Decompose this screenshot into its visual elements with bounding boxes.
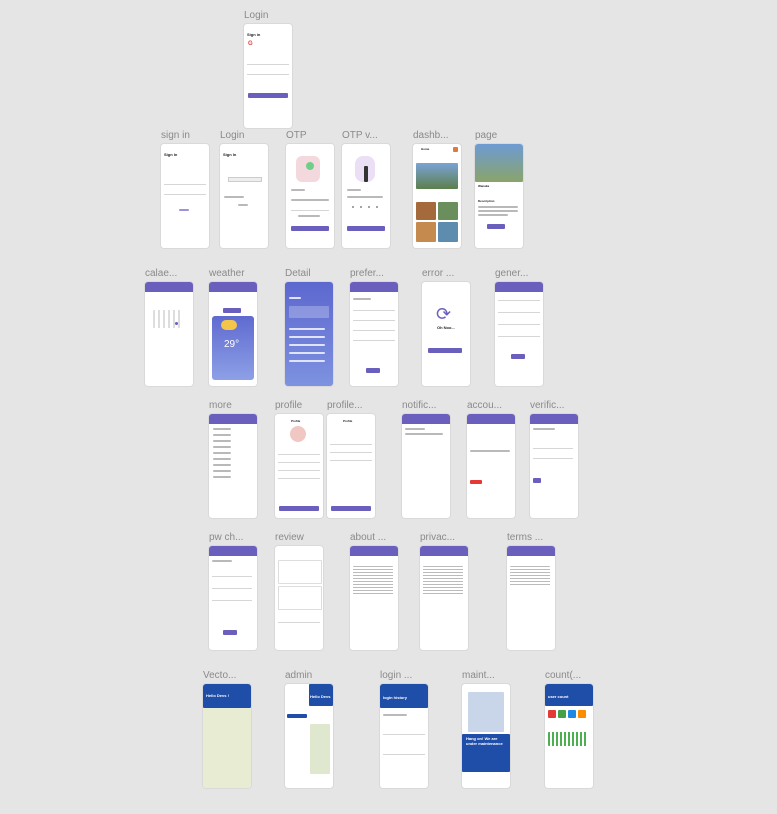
frame-label: verific... — [530, 400, 565, 411]
frame-label: privac... — [420, 532, 456, 543]
frame-label: gener... — [495, 268, 529, 279]
frame-weather[interactable]: weather 29° — [209, 268, 257, 386]
heading: Sign In — [223, 152, 237, 157]
frame-page[interactable]: page Wanaka Description — [475, 130, 523, 248]
map[interactable] — [203, 708, 251, 788]
frame-label: admin — [285, 670, 313, 681]
frame-label: OTP v... — [342, 130, 378, 141]
frame-prefer[interactable]: prefer... — [350, 268, 398, 386]
heading: Home — [421, 147, 430, 151]
frame-label: error ... — [422, 268, 455, 279]
frame-label: notific... — [402, 400, 437, 411]
frame-pw-ch[interactable]: pw ch... — [209, 532, 257, 650]
frame-label: maint... — [462, 670, 495, 681]
screen: Sign in G — [244, 24, 292, 128]
heading: login history — [383, 695, 407, 700]
frame-terms[interactable]: terms ... — [507, 532, 555, 650]
frame-gener[interactable]: gener... — [495, 268, 543, 386]
heading: Wanaka — [478, 184, 490, 188]
frame-accou[interactable]: accou... — [467, 400, 515, 518]
frame-error[interactable]: error ... ⟳ Oh Noo... — [422, 268, 470, 386]
frame-label: Login — [220, 130, 245, 141]
frame-profile[interactable]: profile Profile — [275, 400, 323, 518]
frame-sign-in[interactable]: sign in Sign In — [161, 130, 209, 248]
heading: Hang on! We are under maintenance — [466, 736, 503, 746]
frame-about[interactable]: about ... — [350, 532, 398, 650]
subheading: Description — [478, 199, 495, 203]
heading: Profile — [291, 419, 301, 423]
frame-label: Login — [244, 10, 269, 21]
frame-detail[interactable]: Detail — [285, 268, 333, 386]
frame-profile-2[interactable]: profile... Profile — [327, 400, 375, 518]
heading: Hello Devs — [310, 694, 331, 699]
frame-dashb[interactable]: dashb... Home — [413, 130, 461, 248]
frame-label: sign in — [161, 130, 190, 141]
frame-label: accou... — [467, 400, 503, 411]
frame-label: count(... — [545, 670, 582, 681]
heading: Sign In — [164, 152, 178, 157]
frame-label: profile — [275, 400, 303, 411]
heading: Hello Devs ! — [206, 693, 229, 698]
heading: Oh Noo... — [437, 325, 455, 330]
heading: user count — [548, 694, 569, 699]
frame-review[interactable]: review — [275, 532, 323, 650]
avatar — [290, 426, 306, 442]
frame-login-2[interactable]: Login Sign In — [220, 130, 268, 248]
frame-label: Detail — [285, 268, 311, 279]
frame-notific[interactable]: notific... — [402, 400, 450, 518]
heading: Profile — [343, 419, 353, 423]
frame-maint[interactable]: maint... Hang on! We are under maintenan… — [462, 670, 510, 788]
frame-label: about ... — [350, 532, 387, 543]
frame-label: Vecto... — [203, 670, 237, 681]
frame-label: page — [475, 130, 498, 141]
frame-label: weather — [209, 268, 245, 279]
frame-calae[interactable]: calae... — [145, 268, 193, 386]
frame-otp-v[interactable]: OTP v... — [342, 130, 390, 248]
frame-label: more — [209, 400, 232, 411]
frame-login-top[interactable]: Login Sign in G — [244, 10, 292, 128]
frame-more[interactable]: more — [209, 400, 257, 518]
frame-label: profile... — [327, 400, 363, 411]
frame-label: terms ... — [507, 532, 544, 543]
frame-label: login ... — [380, 670, 413, 681]
frame-admin[interactable]: admin Hello Devs — [285, 670, 333, 788]
frame-otp[interactable]: OTP — [286, 130, 334, 248]
frame-label: pw ch... — [209, 532, 244, 543]
frame-count[interactable]: count(... user count — [545, 670, 593, 788]
frame-label: calae... — [145, 268, 178, 279]
frame-label: prefer... — [350, 268, 384, 279]
frame-vecto[interactable]: Vecto... Hello Devs ! — [203, 670, 251, 788]
frame-label: OTP — [286, 130, 307, 141]
refresh-icon: ⟳ — [436, 304, 452, 324]
google-icon: G — [248, 41, 253, 47]
heading: Sign in — [247, 32, 261, 37]
frame-verific[interactable]: verific... — [530, 400, 578, 518]
temperature: 29° — [224, 339, 240, 350]
frame-label: dashb... — [413, 130, 449, 141]
frame-login-hist[interactable]: login ... login history — [380, 670, 428, 788]
frame-label: review — [275, 532, 304, 543]
frame-privac[interactable]: privac... — [420, 532, 468, 650]
sign-in-button[interactable] — [248, 93, 288, 98]
